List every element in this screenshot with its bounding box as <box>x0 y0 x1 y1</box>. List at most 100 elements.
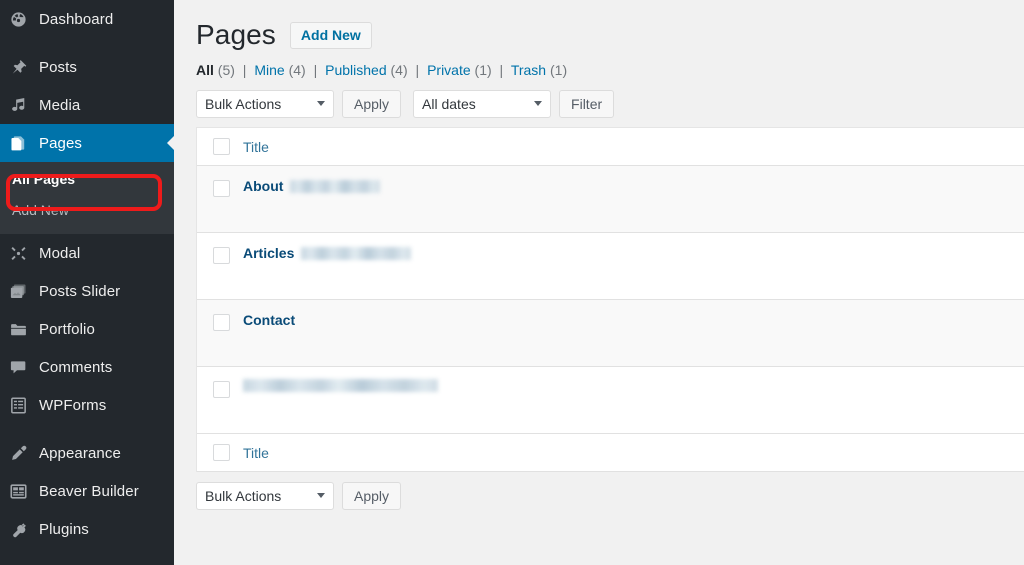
sidebar-item-appearance[interactable]: Appearance <box>0 434 174 472</box>
comments-icon <box>9 357 35 377</box>
status-link-trash[interactable]: Trash <box>511 62 546 78</box>
status-link-mine[interactable]: Mine <box>254 62 284 78</box>
sidebar-item-dashboard[interactable]: Dashboard <box>0 0 174 38</box>
page-title-link[interactable]: About <box>243 178 283 194</box>
pages-icon <box>9 133 35 153</box>
table-row <box>197 367 1024 434</box>
bulk-actions-select-bottom[interactable]: Bulk Actions <box>196 482 334 510</box>
modal-icon <box>9 243 35 263</box>
select-all-cell <box>197 138 243 155</box>
sidebar-item-modal[interactable]: Modal <box>0 234 174 272</box>
row-checkbox[interactable] <box>212 180 230 197</box>
wpforms-icon <box>9 395 35 415</box>
status-divider: | <box>415 62 420 78</box>
sidebar-item-wpforms[interactable]: WPForms <box>0 386 174 424</box>
row-title-cell: Articles <box>243 245 1024 261</box>
sidebar-item-posts[interactable]: Posts <box>0 48 174 86</box>
row-select-cell <box>197 245 243 264</box>
status-count-private: (1) <box>474 62 492 78</box>
sidebar-item-label: Pages <box>39 134 83 152</box>
column-header-title[interactable]: Title <box>243 139 269 155</box>
sidebar-item-label: Media <box>39 96 81 114</box>
sidebar-item-label: Plugins <box>39 520 89 538</box>
sidebar-divider <box>0 38 174 48</box>
status-filter-links: All (5) | Mine (4) | Published (4) | Pri… <box>196 60 1024 80</box>
plugins-icon <box>9 519 35 539</box>
status-divider: | <box>499 62 504 78</box>
page-title-link[interactable]: Contact <box>243 312 295 328</box>
bulk-actions-select-wrapper-bottom: Bulk Actions <box>196 482 334 510</box>
pages-submenu: All Pages Add New <box>0 162 174 234</box>
page-title-link[interactable]: Articles <box>243 245 294 261</box>
redacted-text <box>301 246 412 260</box>
row-select-cell <box>197 379 243 398</box>
row-title-cell: Contact <box>243 312 1024 328</box>
add-new-button[interactable]: Add New <box>289 21 372 49</box>
dashboard-icon <box>9 9 35 29</box>
admin-sidebar: Dashboard Posts Media Pages All Pages Ad… <box>0 0 175 565</box>
portfolio-icon <box>9 319 35 339</box>
status-count-all: (5) <box>217 62 235 78</box>
page-header: Pages Add New <box>196 10 1024 52</box>
row-checkbox[interactable] <box>212 381 230 398</box>
table-row: About <box>197 166 1024 233</box>
status-divider: | <box>313 62 318 78</box>
apply-button-top[interactable]: Apply <box>342 90 402 118</box>
filter-button[interactable]: Filter <box>559 90 615 118</box>
beaver-builder-icon <box>9 481 35 501</box>
sidebar-item-label: Posts <box>39 58 78 76</box>
row-checkbox[interactable] <box>212 314 230 331</box>
status-count-published: (4) <box>390 62 408 78</box>
status-link-private[interactable]: Private <box>427 62 471 78</box>
bulk-actions-select-wrapper: Bulk Actions <box>196 90 334 118</box>
redacted-text <box>290 179 381 193</box>
sidebar-item-media[interactable]: Media <box>0 86 174 124</box>
sidebar-item-comments[interactable]: Comments <box>0 348 174 386</box>
sidebar-item-label: WPForms <box>39 396 107 414</box>
tablenav-bottom: Bulk Actions Apply <box>196 482 1024 510</box>
sidebar-item-label: Portfolio <box>39 320 95 338</box>
column-footer-title[interactable]: Title <box>243 445 269 461</box>
row-title-cell: About <box>243 178 1024 194</box>
sidebar-item-plugins[interactable]: Plugins <box>0 510 174 548</box>
select-all-checkbox-bottom[interactable] <box>212 444 230 461</box>
dates-filter-select[interactable]: All dates <box>413 90 552 118</box>
row-select-cell <box>197 312 243 331</box>
sidebar-item-portfolio[interactable]: Portfolio <box>0 310 174 348</box>
dates-select-wrapper: All dates <box>413 90 552 118</box>
sidebar-item-beaver-builder[interactable]: Beaver Builder <box>0 472 174 510</box>
status-count-trash: (1) <box>550 62 568 78</box>
sidebar-item-label: Dashboard <box>39 10 114 28</box>
table-footer-row: Title <box>197 434 1024 472</box>
table-row: Contact <box>197 300 1024 367</box>
sidebar-item-label: Posts Slider <box>39 282 121 300</box>
redacted-text <box>243 379 438 392</box>
pages-list-table: Title About Articles Contact Title <box>196 127 1024 472</box>
row-title-cell <box>243 379 1024 392</box>
main-content: Pages Add New All (5) | Mine (4) | Publi… <box>174 0 1024 565</box>
apply-button-bottom[interactable]: Apply <box>342 482 402 510</box>
sidebar-item-all-pages[interactable]: All Pages <box>0 164 174 195</box>
bulk-actions-select-top[interactable]: Bulk Actions <box>196 90 334 118</box>
sidebar-item-pages[interactable]: Pages <box>0 124 175 162</box>
row-select-cell <box>197 178 243 197</box>
sidebar-item-posts-slider[interactable]: Posts Slider <box>0 272 174 310</box>
select-all-cell <box>197 444 243 461</box>
column-header-title-cell: Title <box>243 139 1024 155</box>
media-icon <box>9 95 35 115</box>
status-link-published[interactable]: Published <box>325 62 387 78</box>
sidebar-item-add-new-page[interactable]: Add New <box>0 195 174 226</box>
pin-icon <box>9 57 35 77</box>
sidebar-item-label: Comments <box>39 358 113 376</box>
posts-slider-icon <box>9 281 35 301</box>
select-all-checkbox-top[interactable] <box>212 138 230 155</box>
appearance-icon <box>9 443 35 463</box>
sidebar-item-label: Modal <box>39 244 81 262</box>
page-title: Pages <box>196 19 276 50</box>
column-footer-title-cell: Title <box>243 445 1024 461</box>
status-count-mine: (4) <box>288 62 306 78</box>
status-link-all[interactable]: All <box>196 62 214 78</box>
row-checkbox[interactable] <box>212 247 230 264</box>
tablenav-top: Bulk Actions Apply All dates Filter <box>196 90 1024 118</box>
table-row: Articles <box>197 233 1024 300</box>
